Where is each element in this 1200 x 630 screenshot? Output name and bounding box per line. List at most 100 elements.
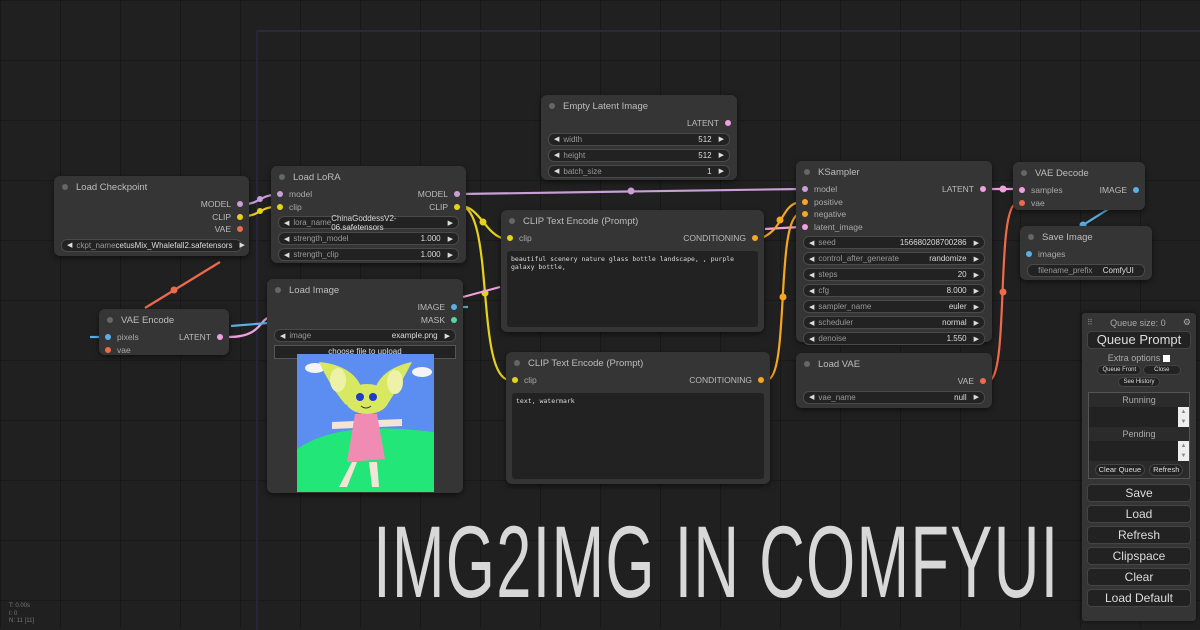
pending-list[interactable]: ▲ ▼: [1089, 441, 1189, 461]
slot-dot-icon[interactable]: [277, 203, 283, 210]
widget-cfg[interactable]: ◀ cfg 8.000 ▶: [803, 284, 985, 297]
queue-prompt-button[interactable]: Queue Prompt: [1087, 331, 1191, 349]
decrement-arrow-icon[interactable]: ◀: [809, 255, 814, 263]
widget-sampler-name[interactable]: ◀ sampler_name euler ▶: [803, 300, 985, 313]
output-slot-mask[interactable]: MASK: [421, 315, 457, 325]
node-title[interactable]: VAE Encode: [99, 309, 229, 331]
slot-dot-icon[interactable]: [454, 203, 460, 210]
collapse-dot-icon[interactable]: [107, 317, 113, 323]
output-slot-latent[interactable]: LATENT: [942, 184, 986, 194]
increment-arrow-icon[interactable]: ▶: [974, 271, 979, 279]
node-clip-text-encode-negative[interactable]: CLIP Text Encode (Prompt) clip CONDITIONI…: [506, 352, 770, 484]
node-title[interactable]: Load VAE: [796, 353, 992, 375]
node-vae-decode[interactable]: VAE Decode samples IMAGE vae: [1013, 162, 1145, 210]
collapse-dot-icon[interactable]: [1021, 170, 1027, 176]
slot-dot-icon[interactable]: [451, 304, 457, 311]
slot-dot-icon[interactable]: [802, 198, 808, 205]
slot-dot-icon[interactable]: [1133, 187, 1139, 194]
input-slot-pixels[interactable]: pixels: [105, 332, 139, 342]
decrement-arrow-icon[interactable]: ◀: [809, 271, 814, 279]
input-slot-model[interactable]: model: [802, 184, 837, 194]
increment-arrow-icon[interactable]: ▶: [448, 219, 453, 227]
widget-filename-prefix[interactable]: filename_prefix ComfyUI: [1027, 263, 1145, 277]
widget-image[interactable]: ◀ image example.png ▶: [274, 329, 456, 342]
decrement-arrow-icon[interactable]: ◀: [809, 335, 814, 343]
decrement-arrow-icon[interactable]: ◀: [809, 393, 814, 401]
collapse-dot-icon[interactable]: [509, 218, 515, 224]
widget-control-after-generate[interactable]: ◀ control_after_generate randomize ▶: [803, 252, 985, 265]
scrollbar[interactable]: ▲ ▼: [1178, 441, 1189, 461]
refresh-button[interactable]: Refresh: [1087, 526, 1191, 544]
output-slot-latent[interactable]: LATENT: [687, 118, 731, 128]
node-empty-latent-image[interactable]: Empty Latent Image LATENT ◀ width 512 ▶ ◀ he…: [541, 95, 737, 180]
increment-arrow-icon[interactable]: ▶: [974, 287, 979, 295]
slot-dot-icon[interactable]: [507, 235, 513, 242]
increment-arrow-icon[interactable]: ▶: [974, 393, 979, 401]
slot-dot-icon[interactable]: [277, 191, 283, 198]
decrement-arrow-icon[interactable]: ◀: [284, 235, 289, 243]
prompt-textarea[interactable]: beautiful scenery nature glass bottle la…: [507, 250, 758, 327]
drag-handle-icon[interactable]: ⠿: [1087, 318, 1093, 327]
see-history-button[interactable]: See History: [1118, 377, 1160, 387]
gear-icon[interactable]: ⚙: [1183, 317, 1191, 328]
decrement-arrow-icon[interactable]: ◀: [67, 241, 72, 249]
input-slot-samples[interactable]: samples: [1019, 185, 1063, 195]
node-vae-encode[interactable]: VAE Encode pixels LATENT vae: [99, 309, 229, 355]
slot-dot-icon[interactable]: [802, 211, 808, 218]
output-slot-vae[interactable]: VAE: [958, 376, 986, 386]
close-button[interactable]: Close: [1143, 365, 1181, 375]
increment-arrow-icon[interactable]: ▶: [239, 241, 244, 249]
collapse-dot-icon[interactable]: [1028, 234, 1034, 240]
slot-dot-icon[interactable]: [1019, 187, 1025, 194]
output-slot-conditioning[interactable]: CONDITIONING: [683, 233, 758, 243]
slot-dot-icon[interactable]: [105, 346, 111, 353]
node-load-lora[interactable]: Load LoRA model MODEL clip CLIP ◀ lora_name…: [271, 166, 466, 263]
increment-arrow-icon[interactable]: ▶: [448, 251, 453, 259]
widget-ckpt-name[interactable]: ◀ ckpt_name cetusMix_Whalefall2.safetensor…: [61, 238, 245, 252]
slot-dot-icon[interactable]: [1019, 199, 1025, 206]
node-clip-text-encode-positive[interactable]: CLIP Text Encode (Prompt) clip CONDITIONI…: [501, 210, 764, 332]
node-title[interactable]: Empty Latent Image: [541, 95, 737, 117]
node-ksampler[interactable]: KSampler model LATENT positive negative l…: [796, 161, 992, 345]
node-save-image[interactable]: Save Image images filename_prefix ComfyUI: [1020, 226, 1152, 280]
extra-options-checkbox[interactable]: [1163, 354, 1171, 362]
widget-scheduler[interactable]: ◀ scheduler normal ▶: [803, 316, 985, 329]
increment-arrow-icon[interactable]: ▶: [974, 335, 979, 343]
increment-arrow-icon[interactable]: ▶: [448, 235, 453, 243]
prompt-textarea[interactable]: text, watermark: [512, 392, 764, 479]
node-load-vae[interactable]: Load VAE VAE ◀ vae_name null ▶: [796, 353, 992, 408]
slot-dot-icon[interactable]: [454, 191, 460, 198]
clear-button[interactable]: Clear: [1087, 568, 1191, 586]
decrement-arrow-icon[interactable]: ◀: [554, 151, 559, 159]
input-slot-positive[interactable]: positive: [802, 197, 843, 207]
input-slot-clip[interactable]: clip: [512, 375, 537, 385]
collapse-dot-icon[interactable]: [279, 174, 285, 180]
collapse-dot-icon[interactable]: [804, 169, 810, 175]
increment-arrow-icon[interactable]: ▶: [719, 151, 724, 159]
slot-dot-icon[interactable]: [1026, 251, 1032, 258]
slot-dot-icon[interactable]: [802, 223, 808, 230]
slot-dot-icon[interactable]: [980, 186, 986, 193]
output-slot-clip[interactable]: CLIP: [429, 202, 460, 212]
input-slot-clip[interactable]: clip: [277, 202, 302, 212]
input-slot-latent-image[interactable]: latent_image: [802, 222, 863, 232]
node-title[interactable]: CLIP Text Encode (Prompt): [501, 210, 764, 232]
decrement-arrow-icon[interactable]: ◀: [809, 287, 814, 295]
collapse-dot-icon[interactable]: [804, 361, 810, 367]
load-default-button[interactable]: Load Default: [1087, 589, 1191, 607]
widget-batch-size[interactable]: ◀ batch_size 1 ▶: [548, 164, 730, 178]
slot-dot-icon[interactable]: [725, 120, 731, 127]
increment-arrow-icon[interactable]: ▶: [974, 239, 979, 247]
slot-dot-icon[interactable]: [451, 316, 457, 323]
widget-denoise[interactable]: ◀ denoise 1.550 ▶: [803, 332, 985, 345]
increment-arrow-icon[interactable]: ▶: [445, 332, 450, 340]
slot-dot-icon[interactable]: [237, 226, 243, 233]
decrement-arrow-icon[interactable]: ◀: [809, 319, 814, 327]
decrement-arrow-icon[interactable]: ◀: [284, 219, 289, 227]
save-button[interactable]: Save: [1087, 484, 1191, 502]
widget-vae-name[interactable]: ◀ vae_name null ▶: [803, 390, 985, 404]
scrollbar[interactable]: ▲ ▼: [1178, 407, 1189, 427]
node-title[interactable]: Load Image: [267, 279, 463, 301]
decrement-arrow-icon[interactable]: ◀: [280, 332, 285, 340]
widget-strength-clip[interactable]: ◀ strength_clip 1.000 ▶: [278, 248, 459, 261]
